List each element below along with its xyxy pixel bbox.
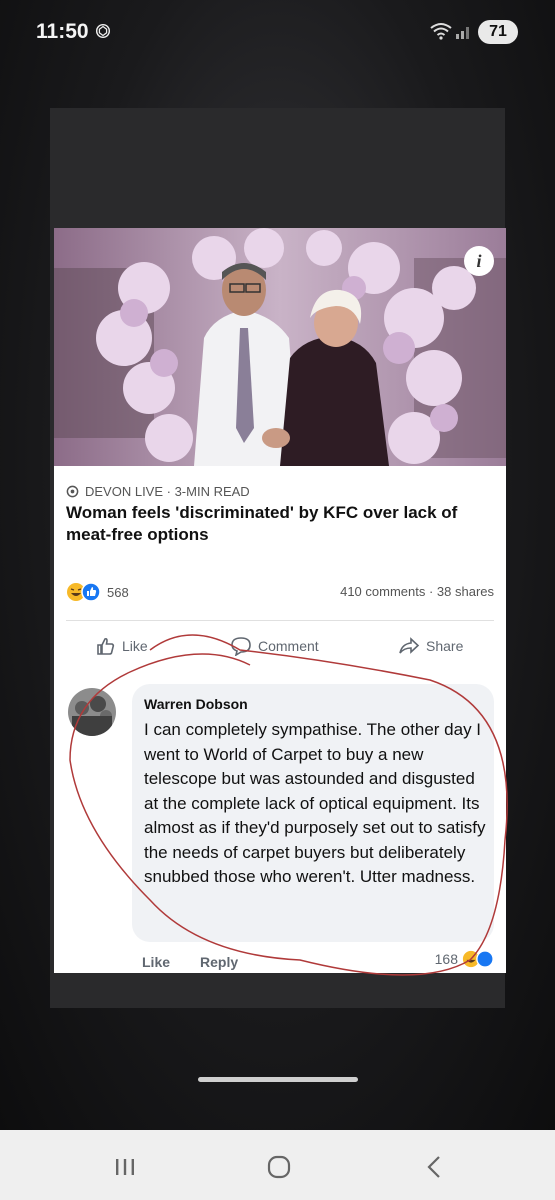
recents-icon[interactable] [108,1150,142,1184]
article-headline[interactable]: Woman feels 'discriminated' by KFC over … [66,502,486,546]
status-time: 11:50 [36,20,89,43]
info-icon[interactable]: i [464,246,494,276]
screen: 11:50 71 i DEVON LIVE · 3-MIN READ Woman… [0,0,555,1130]
post-actions: Like Comment Share [54,628,506,668]
comment-author[interactable]: Warren Dobson [144,696,248,712]
like-reaction-icon [81,582,101,602]
back-icon[interactable] [418,1150,452,1184]
comment-reactions[interactable]: 168 [435,950,494,968]
home-indicator[interactable] [198,1077,358,1082]
navigation-bar [0,1130,555,1200]
article-photo[interactable] [54,228,506,466]
comment-bubble: Warren Dobson I can completely sympathis… [132,684,494,942]
home-icon[interactable] [262,1150,296,1184]
share-label: Share [426,638,464,654]
chatgpt-icon [95,23,111,39]
comment-reaction-count: 168 [434,951,458,967]
reactions-summary[interactable]: 568 [66,582,129,602]
divider [66,620,494,621]
battery-icon: 71 [478,20,518,44]
share-icon [399,637,420,654]
comments-shares-count[interactable]: 410 comments · 38 shares [340,584,494,599]
status-bar: 11:50 71 [0,0,555,64]
like-reaction-icon [476,950,494,968]
avatar[interactable] [68,688,116,736]
comment-label: Comment [258,638,319,654]
comment-icon [231,637,251,656]
signal-icon [456,27,469,39]
comment-button[interactable]: Comment [230,636,319,656]
thumbs-up-icon [97,637,115,655]
comment-reply-button[interactable]: Reply [200,954,238,970]
globe-icon [66,485,79,498]
comment-like-button[interactable]: Like [142,954,170,970]
like-label: Like [122,638,148,654]
source-label: DEVON LIVE · 3-MIN READ [85,484,250,499]
reaction-count: 568 [107,584,129,600]
article-source: DEVON LIVE · 3-MIN READ [66,484,250,499]
battery-level: 71 [489,23,507,40]
like-button[interactable]: Like [96,636,148,656]
share-button[interactable]: Share [398,636,463,656]
comment-text: I can completely sympathise. The other d… [144,720,486,886]
wifi-icon [430,23,452,40]
facebook-post: i DEVON LIVE · 3-MIN READ Woman feels 'd… [54,228,506,973]
